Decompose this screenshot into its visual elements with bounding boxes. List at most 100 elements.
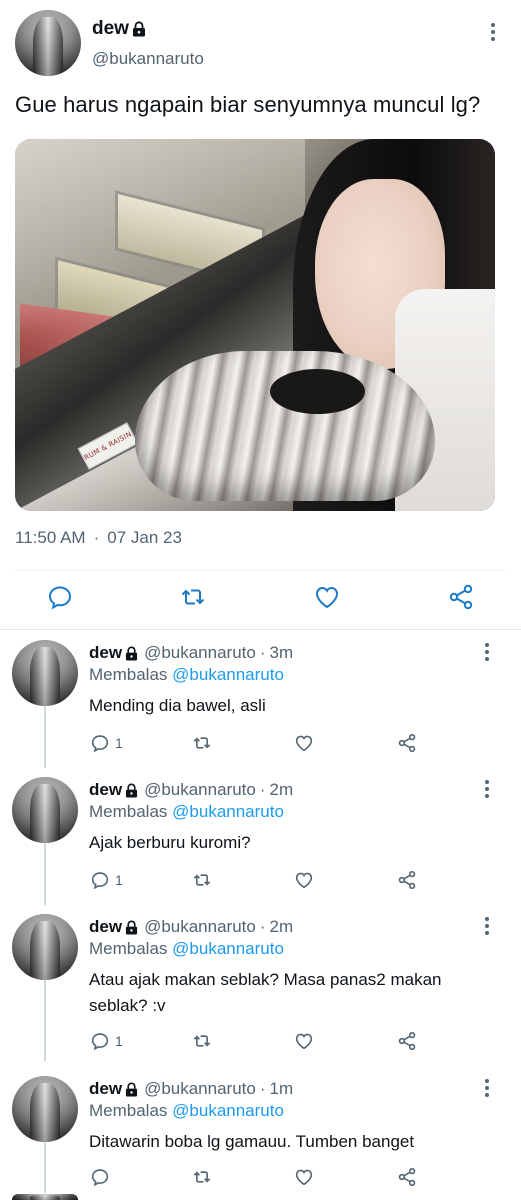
reply-action-bar: 1 <box>0 1030 521 1054</box>
reply-text: Ditawarin boba lg gamauu. Tumben banget <box>89 1132 415 1151</box>
reply-avatar[interactable] <box>12 1076 78 1142</box>
like-button[interactable] <box>293 1030 315 1052</box>
reply-header: dew @bukannaruto · 3m <box>89 643 293 663</box>
reply-count: 1 <box>115 735 123 751</box>
tweet-action-bar <box>0 582 521 618</box>
share-button[interactable] <box>396 869 418 891</box>
reply-icon <box>91 1169 109 1187</box>
reply-button[interactable]: 1 <box>89 732 123 754</box>
more-vertical-icon[interactable] <box>483 22 503 42</box>
replying-to: Membalas @bukannaruto <box>89 1101 284 1121</box>
replying-mention[interactable]: @bukannaruto <box>172 802 284 821</box>
lock-icon <box>132 21 145 37</box>
replying-to: Membalas @bukannaruto <box>89 939 284 959</box>
reply-text: Atau ajak makan seblak? Masa panas2 maka… <box>89 970 442 1015</box>
author-avatar[interactable] <box>15 10 81 76</box>
reply-author-name-text: dew <box>89 643 123 662</box>
tweet-photo[interactable]: RUM & RAISIN <box>15 139 495 511</box>
reply-author-name-text: dew <box>89 1079 123 1098</box>
share-icon <box>398 1031 416 1051</box>
share-icon[interactable] <box>446 582 476 612</box>
reply-tweet[interactable]: dew @bukannaruto · 2m Membalas @bukannar… <box>0 777 521 907</box>
reply-count: 1 <box>115 872 123 888</box>
divider <box>15 570 505 571</box>
reply-icon <box>91 735 109 753</box>
reply-button[interactable]: 1 <box>89 1030 123 1052</box>
retweet-icon[interactable] <box>178 582 208 612</box>
author-handle[interactable]: @bukannaruto <box>92 49 204 69</box>
reply-author-name[interactable]: dew <box>89 1079 138 1099</box>
reply-time: 1m <box>269 1079 294 1098</box>
reply-tweet[interactable]: dew @bukannaruto · 2m Membalas @bukannar… <box>0 914 521 1064</box>
share-button[interactable] <box>396 732 418 754</box>
retweet-button[interactable] <box>190 1030 214 1052</box>
heart-icon[interactable] <box>312 582 342 612</box>
reply-icon[interactable] <box>45 582 75 612</box>
reply-button[interactable] <box>89 1166 115 1188</box>
reply-button[interactable]: 1 <box>89 869 123 891</box>
reply-avatar[interactable] <box>12 640 78 706</box>
author-name-text: dew <box>92 18 129 39</box>
replying-label: Membalas <box>89 1101 168 1120</box>
reply-time: 3m <box>269 643 294 662</box>
lock-icon <box>125 783 138 797</box>
tweet-timestamp[interactable]: 11:50 AM · 07 Jan 23 <box>15 528 182 548</box>
replying-mention[interactable]: @bukannaruto <box>172 1101 284 1120</box>
timestamp-separator: · <box>93 528 100 547</box>
like-button[interactable] <box>293 869 315 891</box>
share-button[interactable] <box>396 1030 418 1052</box>
reply-time: 2m <box>269 780 294 799</box>
photo-bag-opening <box>270 369 365 414</box>
like-button[interactable] <box>293 1166 315 1188</box>
author-name[interactable]: dew <box>92 18 146 40</box>
reply-tweet[interactable]: dew @bukannaruto · 3m Membalas @bukannar… <box>0 640 521 770</box>
meta-separator: · <box>259 917 266 936</box>
retweet-icon <box>193 1035 211 1047</box>
retweet-icon <box>193 737 211 749</box>
reply-icon <box>91 872 109 890</box>
reply-count: 1 <box>115 1033 123 1049</box>
reply-author-name[interactable]: dew <box>89 643 138 663</box>
retweet-button[interactable] <box>190 1166 214 1188</box>
lock-icon <box>125 646 138 660</box>
tweet-date: 07 Jan 23 <box>107 528 182 547</box>
reply-author-name-text: dew <box>89 917 123 936</box>
lock-icon <box>125 1082 138 1096</box>
more-vertical-icon[interactable] <box>477 1078 497 1098</box>
retweet-button[interactable] <box>190 869 214 891</box>
reply-avatar[interactable] <box>12 777 78 843</box>
reply-icon <box>91 1033 109 1051</box>
reply-handle[interactable]: @bukannaruto <box>144 1079 256 1099</box>
replying-to: Membalas @bukannaruto <box>89 665 284 685</box>
reply-author-name[interactable]: dew <box>89 917 138 937</box>
reply-author-name[interactable]: dew <box>89 780 138 800</box>
replying-to: Membalas @bukannaruto <box>89 802 284 822</box>
lock-icon <box>125 920 138 934</box>
retweet-icon <box>193 874 211 886</box>
reply-handle[interactable]: @bukannaruto <box>144 917 256 937</box>
share-icon <box>398 1167 416 1187</box>
reply-header: dew @bukannaruto · 1m <box>89 1079 293 1099</box>
reply-time: 2m <box>269 917 294 936</box>
replying-label: Membalas <box>89 802 168 821</box>
retweet-button[interactable] <box>190 732 214 754</box>
reply-text: Mending dia bawel, asli <box>89 696 266 715</box>
next-reply-avatar[interactable] <box>12 1194 78 1200</box>
photo-silver-bag <box>135 351 435 501</box>
reply-header: dew @bukannaruto · 2m <box>89 917 293 937</box>
reply-avatar[interactable] <box>12 914 78 980</box>
share-icon <box>398 733 416 753</box>
replying-mention[interactable]: @bukannaruto <box>172 665 284 684</box>
more-vertical-icon[interactable] <box>477 642 497 662</box>
more-vertical-icon[interactable] <box>477 916 497 936</box>
reply-handle[interactable]: @bukannaruto <box>144 780 256 800</box>
share-button[interactable] <box>396 1166 418 1188</box>
replying-mention[interactable]: @bukannaruto <box>172 939 284 958</box>
reply-tweet[interactable]: dew @bukannaruto · 1m Membalas @bukannar… <box>0 1076 521 1200</box>
like-button[interactable] <box>293 732 315 754</box>
tweet-text: Gue harus ngapain biar senyumnya muncul … <box>15 92 481 117</box>
reply-text: Ajak berburu kuromi? <box>89 833 251 852</box>
more-vertical-icon[interactable] <box>477 779 497 799</box>
reply-handle[interactable]: @bukannaruto <box>144 643 256 663</box>
reply-action-bar: 1 <box>0 732 521 756</box>
